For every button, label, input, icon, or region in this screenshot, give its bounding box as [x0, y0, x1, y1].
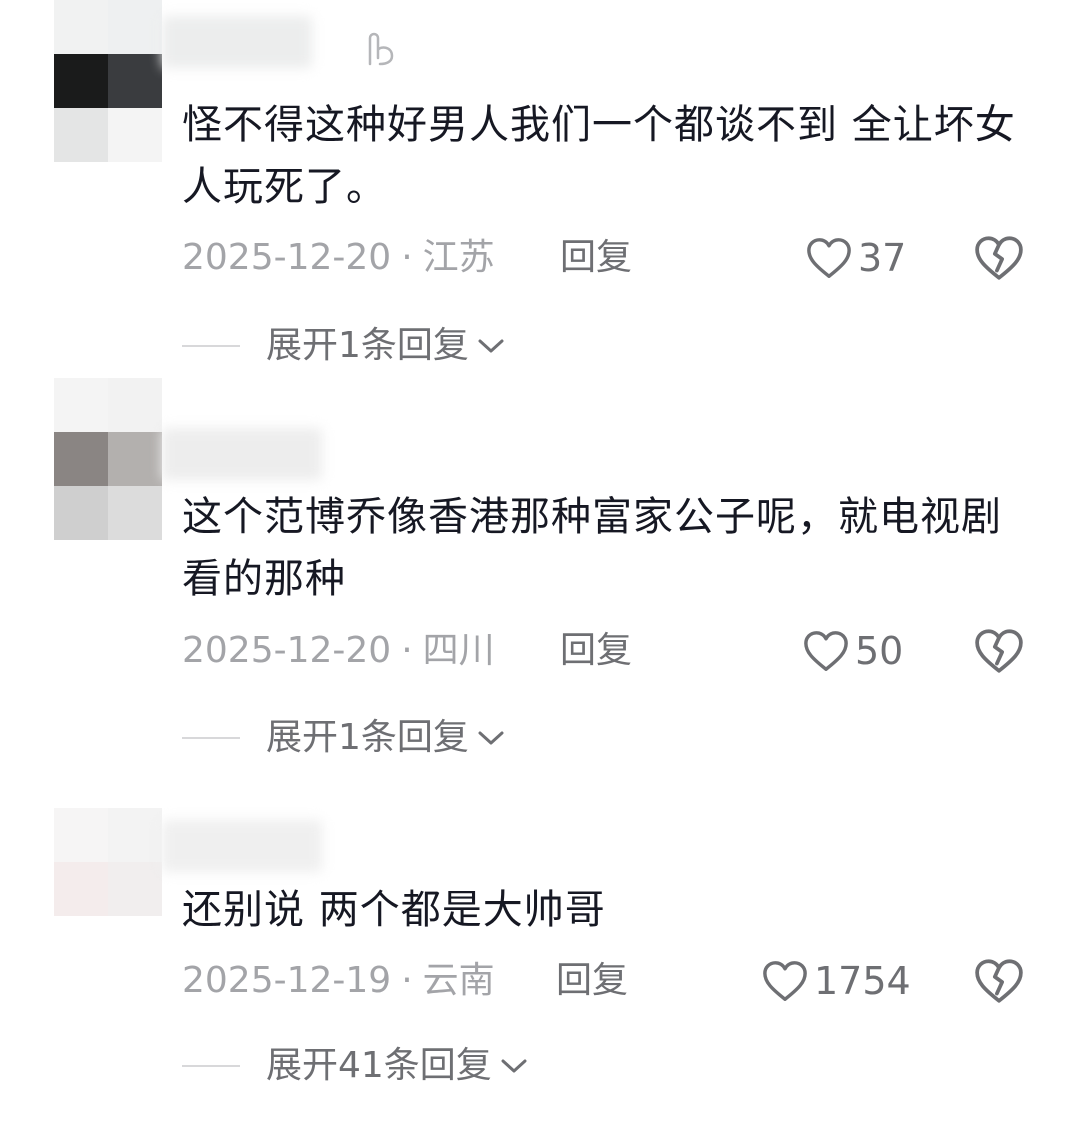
like-button[interactable]: 1754 — [762, 956, 911, 1006]
expand-replies-label: 展开1条回复 — [266, 717, 469, 758]
divider — [182, 345, 240, 347]
comment-location: 四川 — [422, 630, 495, 671]
comment-meta: 2025-12-20 · 江苏 — [182, 238, 495, 278]
comment-text: 这个范博乔像香港那种富家公子呢，就电视剧看的那种 — [182, 494, 1002, 602]
broken-heart-icon[interactable] — [974, 233, 1024, 283]
expand-replies-button[interactable]: 展开41条回复 — [182, 1044, 528, 1088]
comment-location: 云南 — [422, 960, 495, 1001]
comment-text: 还别说 两个都是大帅哥 — [182, 887, 606, 933]
expand-replies-label: 展开1条回复 — [266, 325, 469, 366]
like-count: 50 — [855, 629, 904, 673]
meta-separator: · — [401, 237, 413, 278]
avatar[interactable] — [54, 0, 162, 108]
chevron-down-icon — [478, 339, 504, 353]
divider — [182, 1065, 240, 1067]
avatar[interactable] — [54, 808, 162, 916]
comment-date: 2025-12-19 — [182, 960, 392, 1001]
comment-location: 江苏 — [422, 237, 495, 278]
like-count: 1754 — [814, 959, 911, 1003]
username-blurred[interactable] — [162, 16, 312, 68]
expand-replies-button[interactable]: 展开1条回复 — [182, 324, 505, 368]
comment-text: 怪不得这种好男人我们一个都谈不到 全让坏女人玩死了。 — [182, 102, 1016, 210]
meta-separator: · — [401, 630, 413, 671]
heart-outline-icon — [807, 238, 851, 278]
comment-meta: 2025-12-19 · 云南 — [182, 961, 495, 1001]
heart-outline-icon — [763, 961, 807, 1001]
like-button[interactable]: 50 — [803, 626, 903, 676]
heart-outline-icon — [804, 631, 848, 671]
expand-replies-label: 展开41条回复 — [266, 1045, 492, 1086]
avatar[interactable] — [54, 378, 162, 540]
divider — [182, 737, 240, 739]
like-count: 37 — [858, 236, 907, 280]
broken-heart-icon[interactable] — [974, 626, 1024, 676]
reply-button[interactable]: 回复 — [560, 631, 632, 671]
reply-button[interactable]: 回复 — [556, 961, 628, 1001]
username-blurred[interactable] — [162, 820, 322, 872]
chevron-down-icon — [501, 1059, 527, 1073]
reply-button[interactable]: 回复 — [560, 238, 632, 278]
comment-meta: 2025-12-20 · 四川 — [182, 631, 495, 671]
avatar-lower — [54, 108, 162, 162]
username-blurred[interactable] — [162, 428, 322, 480]
pin-icon — [368, 32, 394, 66]
meta-separator: · — [401, 960, 413, 1001]
expand-replies-button[interactable]: 展开1条回复 — [182, 716, 505, 760]
chevron-down-icon — [478, 731, 504, 745]
like-button[interactable]: 37 — [806, 233, 906, 283]
comment-date: 2025-12-20 — [182, 630, 392, 671]
broken-heart-icon[interactable] — [974, 956, 1024, 1006]
comment-date: 2025-12-20 — [182, 237, 392, 278]
